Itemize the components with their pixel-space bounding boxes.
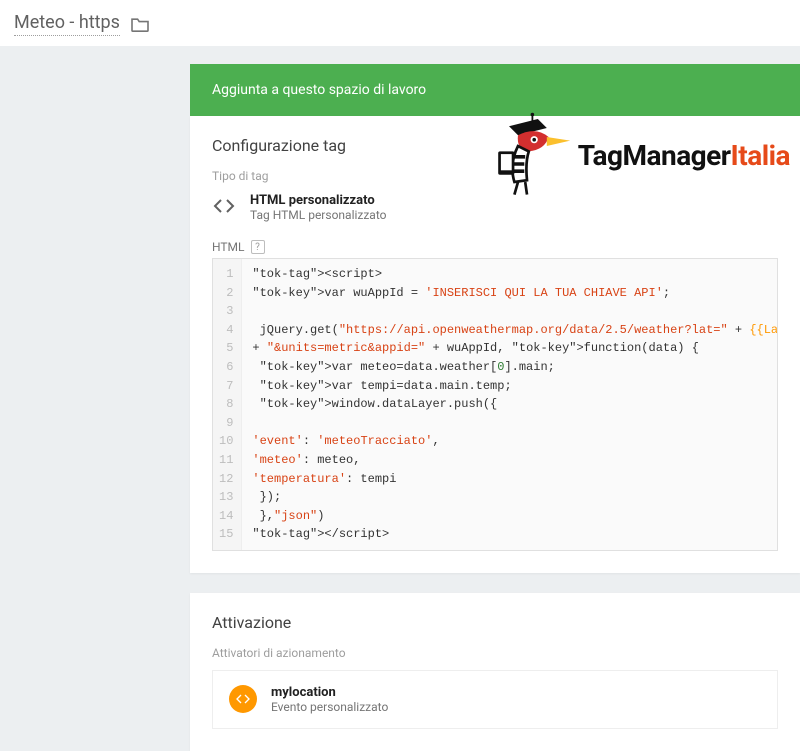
tag-type-name: HTML personalizzato <box>250 193 387 208</box>
added-banner: Aggiunta a questo spazio di lavoro <box>190 64 800 116</box>
help-icon[interactable]: ? <box>251 240 265 254</box>
trigger-desc: Evento personalizzato <box>271 700 388 714</box>
workspace: Aggiunta a questo spazio di lavoro <box>0 64 800 751</box>
woodpecker-icon <box>482 110 572 200</box>
tag-config-card: TagManagerItalia Configurazione tag Tipo… <box>190 116 800 573</box>
trigger-row[interactable]: mylocation Evento personalizzato <box>212 670 778 729</box>
trigger-name: mylocation <box>271 685 388 700</box>
trigger-card: Attivazione Attivatori di azionamento my… <box>190 593 800 751</box>
brand-part1: TagManager <box>578 139 731 172</box>
folder-icon[interactable] <box>130 16 150 32</box>
line-gutter: 1 2 3 4 5 6 7 8 9 10 11 12 13 14 15 <box>213 259 242 550</box>
trigger-event-icon <box>229 685 257 713</box>
brand-logo: TagManagerItalia <box>482 110 790 200</box>
brand-name: TagManagerItalia <box>578 139 790 172</box>
banner-text: Aggiunta a questo spazio di lavoro <box>212 82 426 98</box>
top-bar: Meteo - https <box>0 0 800 46</box>
html-code-editor[interactable]: 1 2 3 4 5 6 7 8 9 10 11 12 13 14 15 "tok… <box>212 258 778 551</box>
html-field-label: HTML <box>212 240 245 254</box>
breadcrumb[interactable]: Meteo - https <box>14 12 120 36</box>
code-content[interactable]: "tok-tag"><script> "tok-key">var wuAppId… <box>242 259 777 550</box>
tag-type-desc: Tag HTML personalizzato <box>250 208 387 222</box>
trigger-subtitle: Attivatori di azionamento <box>212 646 778 660</box>
trigger-title: Attivazione <box>212 613 778 632</box>
code-brackets-icon <box>212 194 236 222</box>
brand-part2: Italia <box>731 139 790 172</box>
